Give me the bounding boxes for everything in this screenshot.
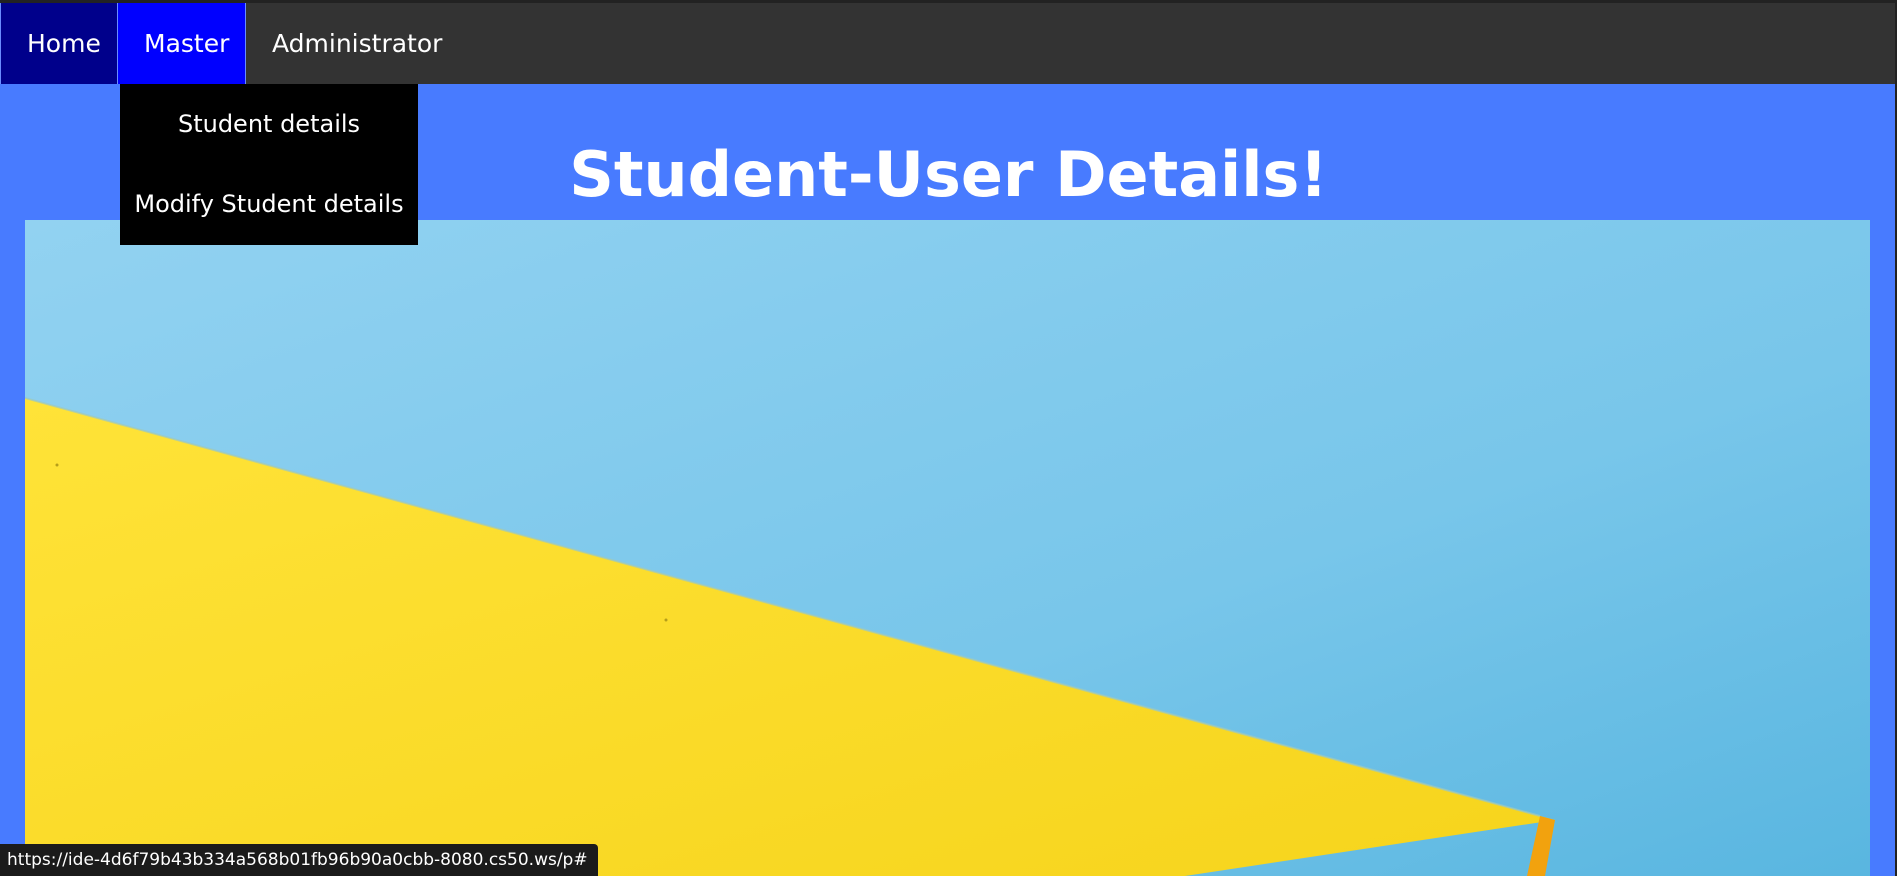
dropdown-item-modify-student-details[interactable]: Modify Student details (120, 164, 418, 244)
top-navbar: Home Master Administrator (0, 3, 1895, 84)
pencil-on-blue-paper-image (25, 220, 1870, 876)
link-status-bar: https://ide-4d6f79b43b334a568b01fb96b90a… (0, 844, 598, 876)
dropdown-item-student-details[interactable]: Student details (120, 84, 418, 164)
nav-master-link[interactable]: Master (118, 3, 246, 84)
master-dropdown-menu: Student details Modify Student details (120, 84, 418, 245)
nav-home-link[interactable]: Home (0, 3, 118, 84)
nav-administrator-link[interactable]: Administrator (246, 3, 468, 84)
hero-image (25, 220, 1870, 876)
